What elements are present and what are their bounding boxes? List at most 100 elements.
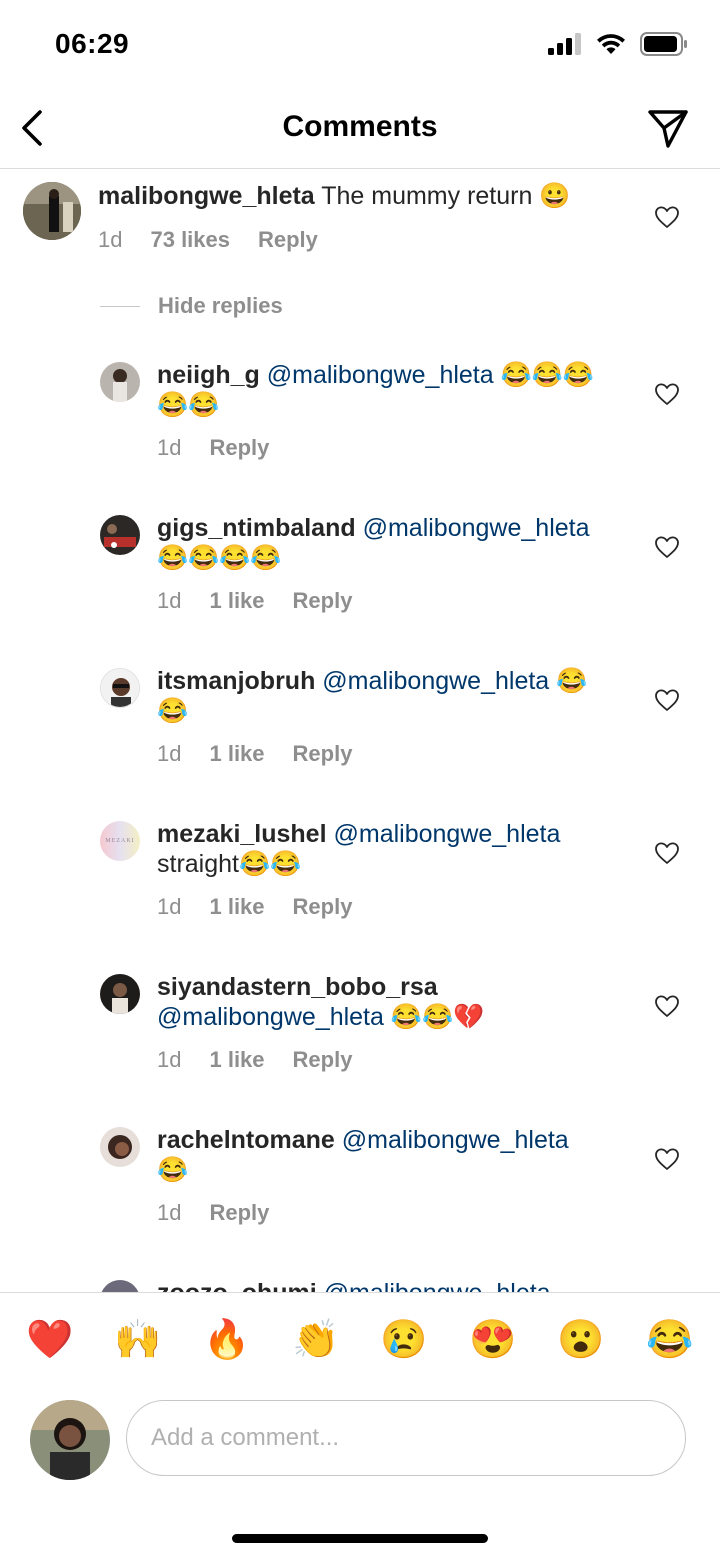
comment-body: The mummy return 😀 [321, 182, 571, 210]
mention-link[interactable]: @malibongwe_hleta [267, 361, 494, 389]
comment-meta: 1d Reply [157, 1200, 269, 1226]
avatar-photo [23, 182, 81, 240]
avatar[interactable] [23, 182, 81, 240]
status-bar: 06:29 [0, 0, 720, 90]
comment-username[interactable]: itsmanjobruh [157, 667, 315, 695]
comment-text: neiigh_g @malibongwe_hleta 😂😂😂😂😂 [157, 360, 617, 420]
comment-composer [0, 1392, 720, 1558]
comment-age: 1d [157, 894, 182, 919]
avatar-photo [101, 669, 139, 707]
home-indicator [232, 1534, 488, 1543]
avatar-photo [100, 1280, 140, 1292]
emoji-fire-button[interactable]: 🔥 [203, 1317, 250, 1363]
comment-username[interactable]: zoozo_ohumi [157, 1279, 317, 1292]
current-user-avatar [30, 1400, 110, 1480]
avatar[interactable] [100, 1280, 140, 1292]
comment-username[interactable]: neiigh_g [157, 361, 260, 389]
status-time: 06:29 [55, 28, 130, 59]
emoji-crying-button[interactable]: 😢 [380, 1317, 427, 1363]
comment-text: zoozo_ohumi @malibongwe_hleta [157, 1278, 617, 1292]
avatar[interactable] [100, 974, 140, 1014]
reply-button[interactable]: Reply [209, 1200, 269, 1226]
comment-input[interactable] [126, 1400, 686, 1476]
comment-username[interactable]: gigs_ntimbaland [157, 514, 356, 542]
hide-replies-label: Hide replies [158, 293, 283, 318]
comment-meta: 1d 1 like Reply [157, 1047, 352, 1073]
reply-button[interactable]: Reply [258, 227, 318, 253]
emoji-raised-hands-button[interactable]: 🙌 [114, 1317, 161, 1363]
comment-body: straight😂😂 [157, 850, 302, 878]
avatar[interactable] [100, 515, 140, 555]
mention-link[interactable]: @malibongwe_hleta [324, 1279, 551, 1292]
heart-icon[interactable] [654, 841, 680, 865]
emoji-heart-button[interactable]: ❤️ [26, 1317, 73, 1363]
cellular-signal-icon [548, 33, 581, 55]
comment-age: 1d [98, 227, 123, 252]
mention-link[interactable]: @malibongwe_hleta [322, 667, 549, 695]
likes-count[interactable]: 1 like [209, 588, 264, 614]
comment-text: gigs_ntimbaland @malibongwe_hleta 😂😂😂😂 [157, 513, 617, 573]
comment-username[interactable]: siyandastern_bobo_rsa [157, 973, 438, 1001]
avatar-brand-text: MEZAKI [105, 838, 135, 844]
heart-icon[interactable] [654, 1147, 680, 1171]
reply-button[interactable]: Reply [209, 435, 269, 461]
mention-link[interactable]: @malibongwe_hleta [157, 1003, 384, 1031]
mention-link[interactable]: @malibongwe_hleta [333, 820, 560, 848]
comment-meta: 1d 1 like Reply [157, 588, 352, 614]
emoji-laughing-button[interactable]: 😂 [646, 1317, 693, 1363]
comment-text: mezaki_lushel @malibongwe_hleta straight… [157, 819, 617, 879]
likes-count[interactable]: 1 like [209, 1047, 264, 1073]
send-direct-icon[interactable] [646, 106, 690, 150]
comment-username[interactable]: malibongwe_hleta [98, 182, 315, 210]
comment-text: rachelntomane @malibongwe_hleta 😂 [157, 1125, 617, 1185]
avatar-photo [100, 362, 140, 402]
comment-age: 1d [157, 741, 182, 766]
avatar-photo [30, 1400, 110, 1480]
comment-age: 1d [157, 588, 182, 613]
heart-icon[interactable] [654, 535, 680, 559]
likes-count[interactable]: 1 like [209, 894, 264, 920]
emoji-quick-bar: ❤️ 🙌 🔥 👏 😢 😍 😮 😂 [0, 1292, 720, 1393]
divider [100, 305, 140, 307]
comment-body: 😂😂😂😂 [157, 544, 282, 572]
mention-link[interactable]: @malibongwe_hleta [342, 1126, 569, 1154]
reply-button[interactable]: Reply [293, 1047, 353, 1073]
avatar-photo [100, 1127, 140, 1167]
avatar[interactable]: MEZAKI [100, 821, 140, 861]
battery-icon [640, 32, 687, 56]
status-icons [548, 32, 688, 56]
avatar-photo [100, 515, 140, 555]
likes-count[interactable]: 73 likes [150, 227, 230, 253]
comment-meta: 1d 1 like Reply [157, 894, 352, 920]
heart-icon[interactable] [654, 994, 680, 1018]
wifi-icon [597, 34, 625, 54]
heart-icon[interactable] [654, 382, 680, 406]
heart-icon[interactable] [654, 688, 680, 712]
mention-link[interactable]: @malibongwe_hleta [363, 514, 590, 542]
avatar[interactable] [100, 668, 140, 708]
comment-age: 1d [157, 435, 182, 460]
comment-username[interactable]: rachelntomane [157, 1126, 335, 1154]
comments-header: Comments [0, 90, 720, 169]
reply-button[interactable]: Reply [293, 894, 353, 920]
avatar[interactable] [100, 362, 140, 402]
comment-username[interactable]: mezaki_lushel [157, 820, 327, 848]
comment-text: itsmanjobruh @malibongwe_hleta 😂😂 [157, 666, 617, 726]
reply-button[interactable]: Reply [293, 741, 353, 767]
comments-list[interactable]: malibongwe_hleta The mummy return 😀 1d 7… [0, 169, 720, 1292]
heart-icon[interactable] [654, 205, 680, 229]
reply-button[interactable]: Reply [293, 588, 353, 614]
comment-meta: 1d 73 likes Reply [98, 227, 318, 253]
emoji-surprised-button[interactable]: 😮 [557, 1317, 604, 1363]
comment-age: 1d [157, 1200, 182, 1225]
likes-count[interactable]: 1 like [209, 741, 264, 767]
comment-text: siyandastern_bobo_rsa @malibongwe_hleta … [157, 972, 617, 1032]
comment-age: 1d [157, 1047, 182, 1072]
avatar[interactable] [100, 1127, 140, 1167]
comment-meta: 1d 1 like Reply [157, 741, 352, 767]
hide-replies-toggle[interactable]: Hide replies [100, 293, 283, 319]
comment-body: 😂😂💔 [383, 1003, 485, 1031]
emoji-heart-eyes-button[interactable]: 😍 [469, 1317, 516, 1363]
comment-meta: 1d Reply [157, 435, 269, 461]
emoji-clap-button[interactable]: 👏 [292, 1317, 339, 1363]
